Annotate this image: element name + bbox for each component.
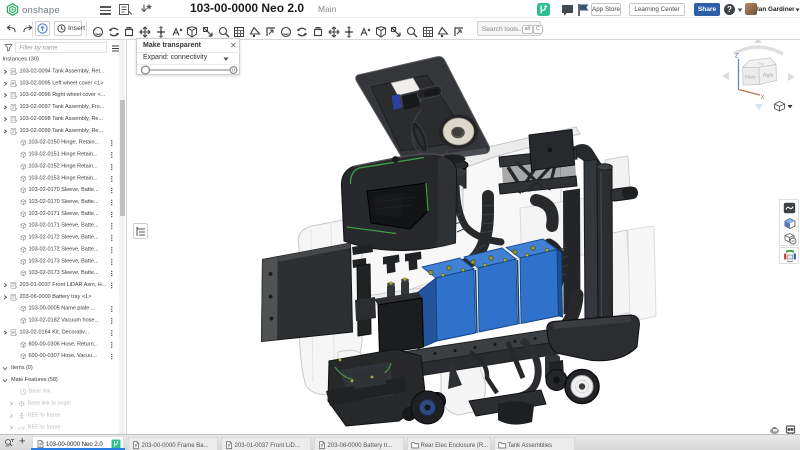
- svg-text:z⇲: z⇲: [19, 425, 25, 430]
- svg-text:Top: Top: [758, 61, 765, 66]
- svg-text:X: X: [761, 95, 765, 101]
- svg-text:Right: Right: [763, 73, 774, 78]
- svg-text:Front: Front: [745, 75, 756, 80]
- svg-text:Z: Z: [735, 54, 739, 60]
